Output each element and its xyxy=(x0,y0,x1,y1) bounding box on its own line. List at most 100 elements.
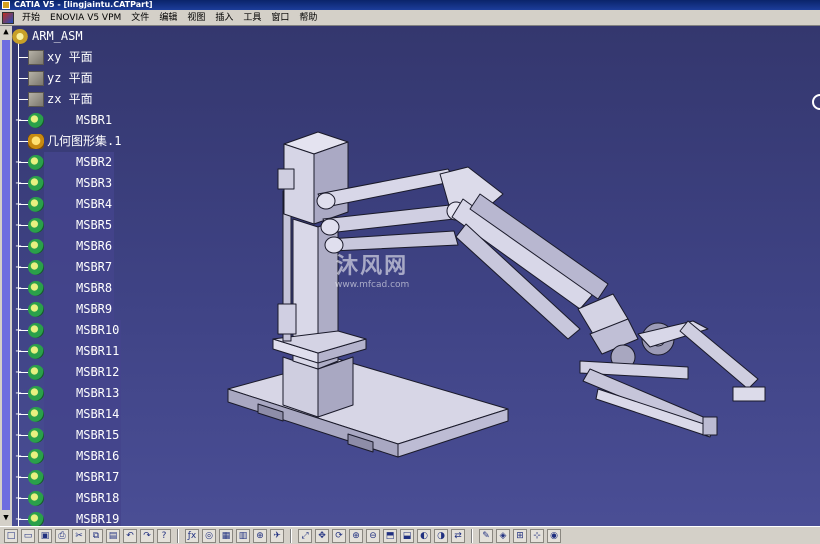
expand-icon[interactable]: + xyxy=(14,221,23,231)
new-icon[interactable]: □ xyxy=(4,528,18,543)
expand-icon[interactable]: + xyxy=(14,494,23,504)
scroll-down-icon[interactable]: ▼ xyxy=(1,513,11,524)
part-icon xyxy=(28,449,44,464)
tree-item-label[interactable]: MSBR16 xyxy=(44,446,122,467)
analysis-icon[interactable]: ◈ xyxy=(496,528,510,543)
copy-icon[interactable]: ⧉ xyxy=(89,528,103,543)
capture-icon[interactable]: ◉ xyxy=(547,528,561,543)
swap-icon[interactable]: ⇄ xyxy=(451,528,465,543)
scroll-up-icon[interactable]: ▲ xyxy=(1,27,11,38)
expand-icon[interactable]: + xyxy=(14,158,23,168)
tree-item-label[interactable]: MSBR19 xyxy=(44,509,122,526)
part-icon xyxy=(28,470,44,485)
tree-item-label[interactable]: yz 平面 xyxy=(47,68,93,89)
expand-icon[interactable]: + xyxy=(14,263,23,273)
tree-item-label[interactable]: MSBR17 xyxy=(44,467,122,488)
expand-icon[interactable]: + xyxy=(14,200,23,210)
cut-icon[interactable]: ✂ xyxy=(72,528,86,543)
iso-view-icon[interactable]: ⬓ xyxy=(400,528,414,543)
menu-insert[interactable]: 插入 xyxy=(210,10,238,26)
manipulate-icon[interactable]: ⊹ xyxy=(530,528,544,543)
3d-viewport[interactable]: ▲ ▼ ARM_ASM xy 平面 yz 平面 zx 平面 + MSBR1 几何… xyxy=(0,26,820,526)
expand-icon[interactable]: + xyxy=(14,305,23,315)
tree-item-label[interactable]: MSBR7 xyxy=(44,257,115,278)
tree-item-label[interactable]: MSBR13 xyxy=(44,383,122,404)
expand-icon[interactable]: + xyxy=(14,515,23,525)
tree-scrollbar[interactable]: ▲ ▼ xyxy=(0,26,12,526)
tree-item-label[interactable]: MSBR4 xyxy=(44,194,115,215)
hide-show-icon[interactable]: ◑ xyxy=(434,528,448,543)
expand-icon[interactable]: + xyxy=(14,347,23,357)
expand-icon[interactable]: + xyxy=(14,326,23,336)
tree-item-label[interactable]: MSBR11 xyxy=(44,341,122,362)
whats-this-icon[interactable]: ? xyxy=(157,528,171,543)
fly-icon[interactable]: ✈ xyxy=(270,528,284,543)
print-icon[interactable]: ⎙ xyxy=(55,528,69,543)
undo-icon[interactable]: ↶ xyxy=(123,528,137,543)
knowledge-icon[interactable]: ◎ xyxy=(202,528,216,543)
menu-file[interactable]: 文件 xyxy=(126,10,154,26)
shading-icon[interactable]: ◐ xyxy=(417,528,431,543)
menu-bar: 开始 ENOVIA V5 VPM 文件 编辑 视图 插入 工具 窗口 帮助 xyxy=(0,10,820,26)
zoom-out-icon[interactable]: ⊖ xyxy=(366,528,380,543)
formula-icon[interactable]: ƒx xyxy=(185,528,199,543)
tree-item-label[interactable]: MSBR1 xyxy=(76,110,112,131)
tree-item-label[interactable]: MSBR14 xyxy=(44,404,122,425)
tree-item-label[interactable]: zx 平面 xyxy=(47,89,93,110)
tree-item-label[interactable]: MSBR5 xyxy=(44,215,115,236)
tree-item-label[interactable]: MSBR9 xyxy=(44,299,115,320)
rotate-icon[interactable]: ⟳ xyxy=(332,528,346,543)
expand-icon[interactable]: + xyxy=(14,410,23,420)
expand-icon[interactable]: + xyxy=(14,431,23,441)
expand-icon[interactable]: + xyxy=(14,179,23,189)
compass-icon[interactable] xyxy=(812,94,820,110)
measure-icon[interactable]: ⊕ xyxy=(253,528,267,543)
expand-icon[interactable]: + xyxy=(14,284,23,294)
catalog-icon[interactable]: ▥ xyxy=(236,528,250,543)
tree-item-label[interactable]: MSBR12 xyxy=(44,362,122,383)
tree-item-label[interactable]: MSBR6 xyxy=(44,236,115,257)
expand-icon[interactable]: + xyxy=(14,368,23,378)
zoom-in-icon[interactable]: ⊕ xyxy=(349,528,363,543)
tree-item-label[interactable]: MSBR10 xyxy=(44,320,122,341)
robot-arm-model[interactable] xyxy=(218,99,778,499)
part-icon xyxy=(28,113,44,128)
tree-item-label[interactable]: xy 平面 xyxy=(47,47,93,68)
tree-item-label[interactable]: MSBR3 xyxy=(44,173,115,194)
tree-item-label[interactable]: MSBR18 xyxy=(44,488,122,509)
scrollbar-track[interactable] xyxy=(2,40,10,510)
snap-icon[interactable]: ⊞ xyxy=(513,528,527,543)
menu-help[interactable]: 帮助 xyxy=(294,10,322,26)
menu-enovia[interactable]: ENOVIA V5 VPM xyxy=(45,10,126,26)
table-icon[interactable]: ▦ xyxy=(219,528,233,543)
part-icon xyxy=(28,176,44,191)
expand-icon[interactable]: + xyxy=(14,473,23,483)
expand-icon[interactable]: + xyxy=(14,116,23,126)
expand-icon[interactable]: + xyxy=(14,452,23,462)
part-icon xyxy=(28,407,44,422)
menu-tools[interactable]: 工具 xyxy=(238,10,266,26)
sketch-icon[interactable]: ✎ xyxy=(479,528,493,543)
tree-item-label[interactable]: MSBR15 xyxy=(44,425,122,446)
tree-item-label[interactable]: MSBR2 xyxy=(44,152,115,173)
tree-item-label[interactable]: 几何图形集.1 xyxy=(47,131,121,152)
watermark-url: www.mfcad.com xyxy=(335,280,410,290)
paste-icon[interactable]: ▤ xyxy=(106,528,120,543)
catia-logo-icon[interactable] xyxy=(2,11,14,24)
redo-icon[interactable]: ↷ xyxy=(140,528,154,543)
menu-edit[interactable]: 编辑 xyxy=(154,10,182,26)
save-icon[interactable]: ▣ xyxy=(38,528,52,543)
tree-root-label[interactable]: ARM_ASM xyxy=(32,26,83,47)
menu-view[interactable]: 视图 xyxy=(182,10,210,26)
menu-window[interactable]: 窗口 xyxy=(266,10,294,26)
expand-icon[interactable]: + xyxy=(14,389,23,399)
tree-item-label[interactable]: MSBR8 xyxy=(44,278,115,299)
specification-tree: ARM_ASM xy 平面 yz 平面 zx 平面 + MSBR1 几何图形集.… xyxy=(12,26,212,526)
open-icon[interactable]: ▭ xyxy=(21,528,35,543)
fit-all-icon[interactable]: ⤢ xyxy=(298,528,312,543)
geometrical-set-icon xyxy=(28,134,44,149)
normal-view-icon[interactable]: ⬒ xyxy=(383,528,397,543)
menu-start[interactable]: 开始 xyxy=(17,10,45,26)
pan-icon[interactable]: ✥ xyxy=(315,528,329,543)
expand-icon[interactable]: + xyxy=(14,242,23,252)
